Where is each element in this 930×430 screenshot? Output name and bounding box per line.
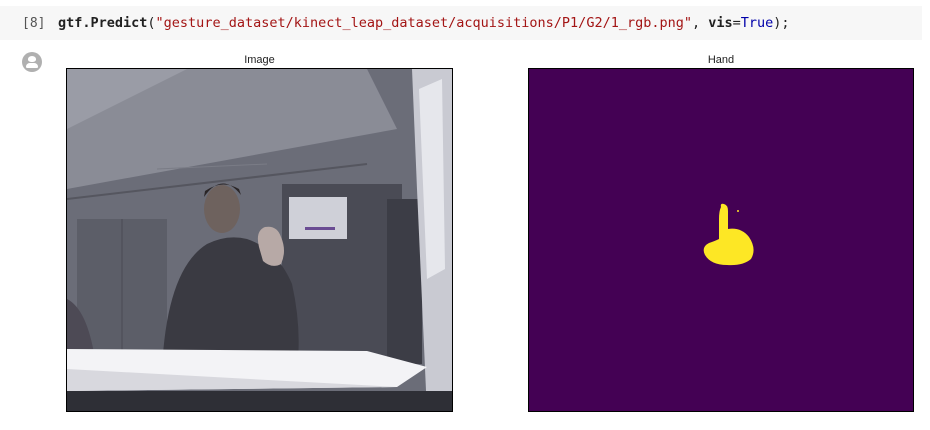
code-open-paren: ( xyxy=(147,15,156,31)
hand-plot-title: Hand xyxy=(707,54,735,66)
execution-count: [8] xyxy=(22,15,46,31)
code-close-paren: ); xyxy=(773,15,790,31)
floor xyxy=(67,391,452,411)
image-plot xyxy=(66,68,453,412)
monitor-screen xyxy=(289,197,347,239)
hand-plot xyxy=(528,68,914,412)
person-head xyxy=(204,185,240,233)
code-value: True xyxy=(740,15,774,31)
code-equals: = xyxy=(732,15,741,31)
door-panel xyxy=(387,199,422,364)
code-function: gtf.Predict xyxy=(58,15,148,31)
code-kwarg: vis xyxy=(708,15,733,31)
code-input-row[interactable]: [8] gtf.Predict("gesture_dataset/kinect_… xyxy=(0,6,922,40)
code-path-string: "gesture_dataset/kinect_leap_dataset/acq… xyxy=(155,15,692,31)
rgb-frame-image xyxy=(67,69,452,411)
segmentation-mask-image xyxy=(529,69,913,411)
notebook-cell: [8] gtf.Predict("gesture_dataset/kinect_… xyxy=(0,0,930,430)
code-separator: , xyxy=(691,15,709,31)
image-plot-title: Image xyxy=(244,54,275,66)
monitor-bar xyxy=(305,227,335,230)
output-avatar-icon[interactable] xyxy=(22,52,42,72)
mask-speck xyxy=(737,210,739,212)
code-line[interactable]: gtf.Predict("gesture_dataset/kinect_leap… xyxy=(58,15,790,31)
